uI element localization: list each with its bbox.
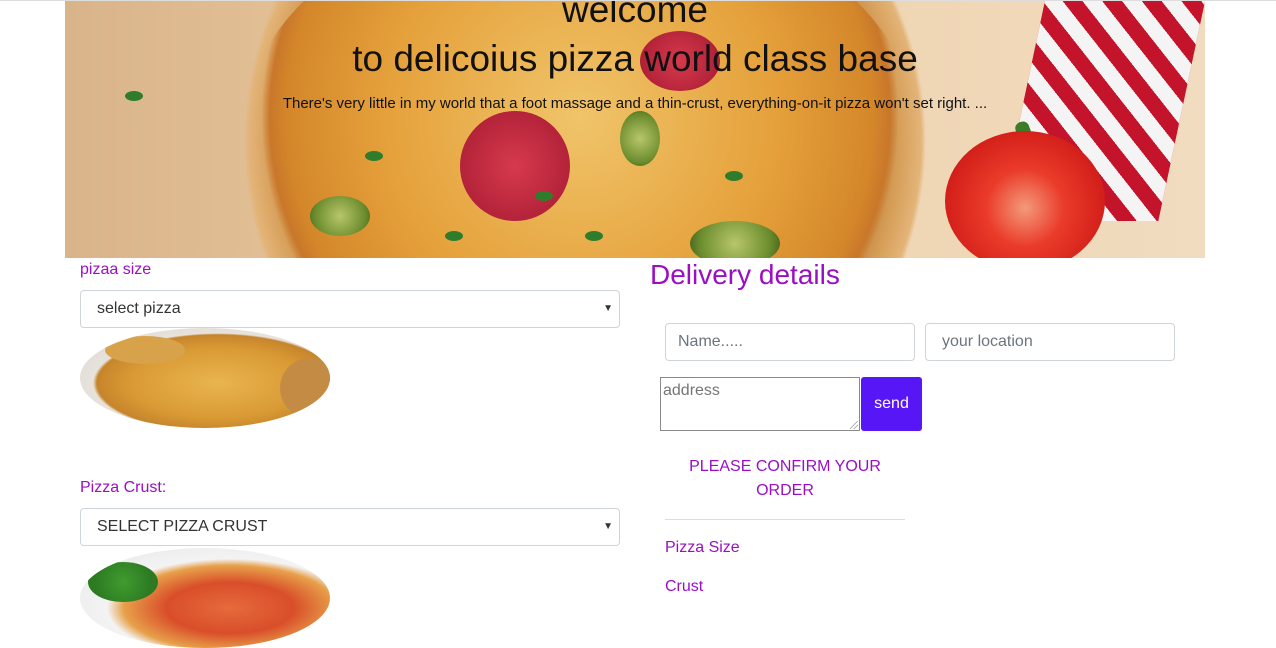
delivery-heading: Delivery details xyxy=(650,259,840,290)
hero-pickle xyxy=(690,221,780,258)
serving-board xyxy=(280,358,330,418)
hero-title-line1: welcome xyxy=(562,1,708,30)
hero-salami xyxy=(460,111,570,221)
pizza-crust-select-value: SELECT PIZZA CRUST xyxy=(97,518,268,535)
confirm-order-text: PLEASE CONFIRM YOUR ORDER xyxy=(689,458,881,499)
hero-pickle xyxy=(310,196,370,236)
hero-herb xyxy=(585,231,603,241)
name-input[interactable]: Name..... xyxy=(665,323,915,361)
hero-tomato xyxy=(945,131,1105,258)
hero-herb xyxy=(535,191,553,201)
hero-subtitle: There's very little in my world that a f… xyxy=(282,95,988,112)
send-button[interactable]: send xyxy=(861,377,922,431)
address-placeholder: address xyxy=(663,382,720,399)
hero-herb xyxy=(725,171,743,181)
pizza-slice xyxy=(105,336,185,364)
spinach-garnish xyxy=(88,562,158,602)
pizza-size-select[interactable]: select pizza ▼ xyxy=(80,290,620,328)
pizza-crust-image xyxy=(80,548,330,648)
hero-herb xyxy=(445,231,463,241)
summary-crust: Crust xyxy=(665,578,704,595)
address-textarea[interactable]: address xyxy=(660,377,860,431)
caret-down-icon: ▼ xyxy=(603,521,613,532)
hero-title-line2: to delicoius pizza world class base xyxy=(352,38,918,79)
pizza-size-label: pizaa size xyxy=(80,261,152,278)
hero-pickle xyxy=(620,111,660,166)
pizza-crust-select[interactable]: SELECT PIZZA CRUST ▼ xyxy=(80,508,620,546)
pizza-size-select-value: select pizza xyxy=(97,300,181,317)
hero-banner: welcome to delicoius pizza world class b… xyxy=(65,1,1205,258)
resize-grip-icon[interactable] xyxy=(850,421,858,429)
hero-herb xyxy=(365,151,383,161)
summary-divider xyxy=(665,519,905,520)
summary-pizza-size: Pizza Size xyxy=(665,539,740,556)
pizza-crust-label: Pizza Crust: xyxy=(80,479,167,496)
location-input[interactable]: your location xyxy=(925,323,1175,361)
caret-down-icon: ▼ xyxy=(603,303,613,314)
pizza-size-image xyxy=(80,328,330,428)
